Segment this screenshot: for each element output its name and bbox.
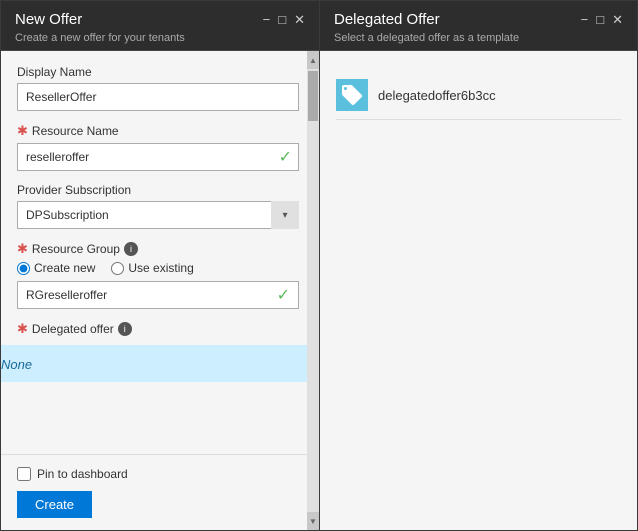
offer-name: delegatedoffer6b3cc [378, 88, 496, 103]
provider-sub-select[interactable]: DPSubscription [17, 201, 299, 229]
create-new-radio-label[interactable]: Create new [17, 261, 95, 275]
resource-group-label: ✱ Resource Group i [17, 241, 299, 257]
left-minimize-btn[interactable]: − [263, 13, 271, 26]
right-window-subtitle: Select a delegated offer as a template [334, 32, 623, 44]
right-content: delegatedoffer6b3cc [320, 51, 637, 530]
resource-group-required: ✱ [17, 241, 28, 257]
new-offer-window: New Offer − □ ✕ Create a new offer for y… [0, 0, 320, 531]
left-content-area: Display Name ✱ Resource Name ✓ [1, 51, 319, 530]
right-maximize-btn[interactable]: □ [596, 13, 604, 26]
resource-name-input-wrapper[interactable]: ✓ [17, 143, 299, 171]
delegated-offer-group: ✱ Delegated offer i None › [1, 321, 315, 382]
scroll-up-btn[interactable]: ▲ [307, 51, 319, 69]
resource-name-input[interactable] [26, 150, 290, 164]
display-name-group: Display Name [17, 65, 299, 111]
left-scrollable[interactable]: Display Name ✱ Resource Name ✓ [1, 51, 319, 454]
provider-sub-label: Provider Subscription [17, 183, 299, 197]
pin-to-dashboard-label: Pin to dashboard [37, 467, 128, 481]
right-minimize-btn[interactable]: − [581, 13, 589, 26]
tag-icon [340, 83, 364, 107]
right-close-btn[interactable]: ✕ [612, 13, 623, 26]
resource-group-input-wrapper[interactable]: ✓ [17, 281, 299, 309]
scroll-track: ▲ ▼ [307, 51, 319, 530]
offer-icon [336, 79, 368, 111]
left-title-bar: New Offer − □ ✕ Create a new offer for y… [1, 1, 319, 51]
create-new-label: Create new [34, 261, 95, 275]
pin-to-dashboard-checkbox[interactable] [17, 467, 31, 481]
left-close-btn[interactable]: ✕ [294, 13, 305, 26]
use-existing-radio[interactable] [111, 262, 124, 275]
right-title-bar: Delegated Offer − □ ✕ Select a delegated… [320, 1, 637, 51]
resource-group-group: ✱ Resource Group i Create new Use existi… [17, 241, 299, 309]
resource-name-required: ✱ [17, 123, 28, 139]
scroll-down-btn[interactable]: ▼ [307, 512, 319, 530]
right-window-title: Delegated Offer [334, 11, 440, 28]
offer-list-item[interactable]: delegatedoffer6b3cc [336, 71, 621, 120]
delegated-offer-window: Delegated Offer − □ ✕ Select a delegated… [320, 0, 638, 531]
resource-group-radio-group: Create new Use existing [17, 261, 299, 275]
create-new-radio[interactable] [17, 262, 30, 275]
resource-name-label: ✱ Resource Name [17, 123, 299, 139]
resource-group-check-icon: ✓ [277, 285, 290, 305]
delegated-offer-info-icon[interactable]: i [118, 322, 132, 336]
provider-sub-select-wrapper: DPSubscription ▾ [17, 201, 299, 229]
delegated-offer-value: None [1, 357, 32, 372]
use-existing-radio-label[interactable]: Use existing [111, 261, 193, 275]
bottom-area: Pin to dashboard Create [1, 454, 319, 530]
left-window-title: New Offer [15, 11, 82, 28]
delegated-offer-section[interactable]: None › [1, 345, 319, 382]
provider-sub-group: Provider Subscription DPSubscription ▾ [17, 183, 299, 229]
right-window-buttons: − □ ✕ [581, 13, 623, 26]
display-name-input-wrapper[interactable] [17, 83, 299, 111]
left-maximize-btn[interactable]: □ [278, 13, 286, 26]
scroll-thumb[interactable] [308, 71, 318, 121]
delegated-offer-label: ✱ Delegated offer i [17, 321, 299, 337]
resource-group-info-icon[interactable]: i [124, 242, 138, 256]
create-button[interactable]: Create [17, 491, 92, 518]
pin-to-dashboard-row: Pin to dashboard [17, 467, 303, 481]
left-window-subtitle: Create a new offer for your tenants [15, 32, 305, 44]
resource-group-input[interactable] [26, 288, 277, 302]
use-existing-label: Use existing [128, 261, 193, 275]
display-name-input[interactable] [26, 90, 290, 104]
display-name-label: Display Name [17, 65, 299, 79]
resource-name-group: ✱ Resource Name ✓ [17, 123, 299, 171]
resource-name-check-icon: ✓ [279, 147, 292, 167]
left-window-buttons: − □ ✕ [263, 13, 305, 26]
delegated-offer-required: ✱ [17, 321, 28, 337]
